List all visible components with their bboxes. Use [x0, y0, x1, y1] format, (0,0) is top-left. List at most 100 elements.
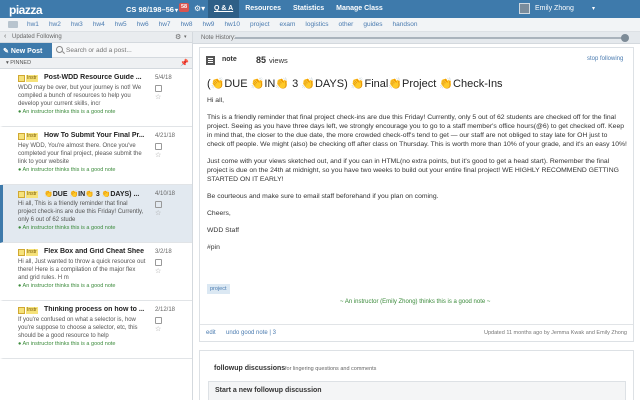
checkbox-icon — [18, 307, 25, 314]
edit-button[interactable]: edit — [206, 330, 216, 336]
nav-resources[interactable]: Resources — [239, 0, 287, 18]
good-note-label: ● An instructor thinks this is a good no… — [18, 283, 116, 289]
undo-good-note-button[interactable]: undo good note | 3 — [226, 330, 276, 336]
post-date: 2/12/18 — [155, 307, 176, 313]
nav-qa[interactable]: Q & A — [208, 0, 240, 18]
folder-11[interactable]: exam — [275, 21, 301, 28]
document-icon — [155, 143, 162, 150]
good-note-indicator: ~ An instructor (Emily Zhong) thinks thi… — [340, 299, 491, 305]
pinned-header[interactable]: ▾ PINNED 📌 — [0, 58, 192, 69]
nav-manage-class[interactable]: Manage Class — [330, 0, 389, 18]
views-label: views — [269, 56, 288, 65]
chevron-left-icon[interactable]: ‹ — [4, 33, 6, 40]
folder-14[interactable]: guides — [358, 21, 387, 28]
folder-4[interactable]: hw5 — [110, 21, 132, 28]
post-icons: ☆ — [155, 85, 162, 101]
post-title: How To Submit Your Final Pr... — [44, 132, 144, 139]
star-icon[interactable]: ☆ — [155, 94, 162, 101]
good-note-text: An instructor thinks this is a good note — [22, 167, 116, 173]
folder-bar: hw1 hw2 hw3 hw4 hw5 hw6 hw7 hw8 hw9 hw10 project ex… — [0, 18, 640, 32]
tag-project[interactable]: project — [207, 284, 230, 294]
undo-label: undo good note — [226, 330, 268, 336]
body-paragraph: Be courteous and make sure to email staf… — [207, 193, 439, 200]
good-note-count: 3 — [272, 330, 276, 336]
star-icon[interactable]: ☆ — [155, 152, 162, 159]
good-note-label: ● An instructor thinks this is a good no… — [18, 225, 116, 231]
post-date: 5/4/18 — [155, 75, 172, 81]
body-paragraph: This is a friendly reminder that final p… — [207, 114, 627, 148]
star-icon[interactable]: ☆ — [155, 268, 162, 275]
document-icon — [155, 201, 162, 208]
followup-title: followup discussions — [214, 365, 286, 372]
chevron-down-icon[interactable]: ▾ — [592, 5, 595, 12]
folder-0[interactable]: hw1 — [22, 21, 44, 28]
pinned-text: PINNED — [10, 60, 32, 66]
post-preview: Hi all, Just wanted to throw a quick res… — [18, 259, 146, 281]
history-slider-handle[interactable] — [621, 34, 629, 42]
course-selector[interactable]: CS 98/198–56▾ — [126, 5, 178, 14]
chevron-down-icon[interactable]: ▾ — [184, 34, 187, 40]
chevron-down-icon: ▾ — [174, 8, 178, 14]
list-item[interactable]: Instr Post-WDD Resource Guide ... 5/4/18 WD… — [0, 69, 192, 127]
new-followup-box[interactable]: Start a new followup discussion — [208, 381, 626, 400]
greeting: Hi all, — [207, 97, 224, 104]
body-paragraph: Just come with your views sketched out, … — [207, 158, 619, 183]
folder-5[interactable]: hw6 — [132, 21, 154, 28]
post-list-panel: ‹ Updated Following ⚙ ▾ ✎ New Post ▾ PIN… — [0, 32, 193, 400]
list-item[interactable]: Instr Thinking process on how to ... 2/12/… — [0, 301, 192, 359]
checkbox-icon — [18, 191, 25, 198]
checkbox-icon — [18, 249, 25, 256]
folder-list: hw1 hw2 hw3 hw4 hw5 hw6 hw7 hw8 hw9 hw10 project ex… — [22, 21, 422, 28]
user-name[interactable]: Emily Zhong — [535, 5, 574, 12]
course-name: CS 98/198–56 — [126, 5, 174, 14]
post-preview: WDD may be over, but your journey is not… — [18, 85, 142, 107]
good-note-text: An instructor thinks this is a good note — [22, 109, 116, 115]
folder-7[interactable]: hw8 — [176, 21, 198, 28]
history-slider[interactable] — [235, 37, 623, 39]
folder-2[interactable]: hw3 — [66, 21, 88, 28]
pin-icon: 📌 — [180, 60, 189, 67]
post-preview: Hey WDD, You're almost there. Once you'v… — [18, 143, 142, 165]
course-settings-icon[interactable]: ⚙▾ — [194, 4, 205, 13]
new-post-button[interactable]: ✎ New Post — [0, 43, 52, 58]
list-item[interactable]: Instr How To Submit Your Final Pr... 4/21/… — [0, 127, 192, 185]
folder-icon[interactable] — [8, 21, 18, 28]
star-icon[interactable]: ☆ — [155, 326, 162, 333]
top-nav: Q & A Resources Statistics Manage Class — [208, 0, 389, 18]
stop-following-link[interactable]: stop following — [587, 56, 623, 62]
note-actions: edit undo good note | 3 Updated 11 month… — [200, 324, 633, 341]
search-input[interactable] — [66, 45, 190, 56]
folder-10[interactable]: project — [245, 21, 275, 28]
folder-9[interactable]: hw10 — [219, 21, 245, 28]
followup-section: followup discussions for lingering quest… — [199, 350, 634, 400]
good-note-label: ● An instructor thinks this is a good no… — [18, 109, 116, 115]
avatar[interactable] — [519, 3, 530, 14]
sort-filter[interactable]: Updated Following — [12, 34, 62, 40]
list-item[interactable]: Instr Flex Box and Grid Cheat Sheet 3/2/18… — [0, 243, 192, 301]
post-preview: Hi all, This is a friendly reminder that… — [18, 201, 144, 223]
folder-15[interactable]: handson — [388, 21, 423, 28]
post-icons: ☆ — [155, 317, 162, 333]
folder-8[interactable]: hw9 — [198, 21, 220, 28]
post-preview: If you're confused on what a selector is… — [18, 317, 138, 339]
document-icon — [155, 85, 162, 92]
signature: WDD Staff — [207, 227, 239, 234]
list-item[interactable]: Instr 👏DUE 👏IN👏 3 👏DAYS) ... 4/10/18 Hi all… — [0, 185, 192, 243]
folder-12[interactable]: logistics — [300, 21, 333, 28]
post-list: Instr Post-WDD Resource Guide ... 5/4/18 WD… — [0, 69, 192, 359]
folder-1[interactable]: hw2 — [44, 21, 66, 28]
nav-statistics[interactable]: Statistics — [287, 0, 330, 18]
good-note-text: An instructor thinks this is a good note — [22, 283, 116, 289]
notification-badge[interactable]: 58 — [179, 3, 190, 12]
instructor-badge: Instr — [26, 307, 38, 314]
folder-3[interactable]: hw4 — [88, 21, 110, 28]
folder-6[interactable]: hw7 — [154, 21, 176, 28]
piazza-logo[interactable]: piazza — [9, 3, 43, 17]
search-icon — [56, 46, 63, 53]
top-bar: piazza CS 98/198–56▾ 58 ⚙▾ Q & A Resourc… — [0, 0, 640, 18]
folder-13[interactable]: other — [334, 21, 359, 28]
gear-icon[interactable]: ⚙ — [175, 33, 181, 41]
star-icon[interactable]: ☆ — [155, 210, 162, 217]
note-title: (👏DUE 👏IN👏 3 👏DAYS) 👏Final👏Project 👏Chec… — [207, 78, 503, 90]
note-icon — [206, 56, 215, 65]
